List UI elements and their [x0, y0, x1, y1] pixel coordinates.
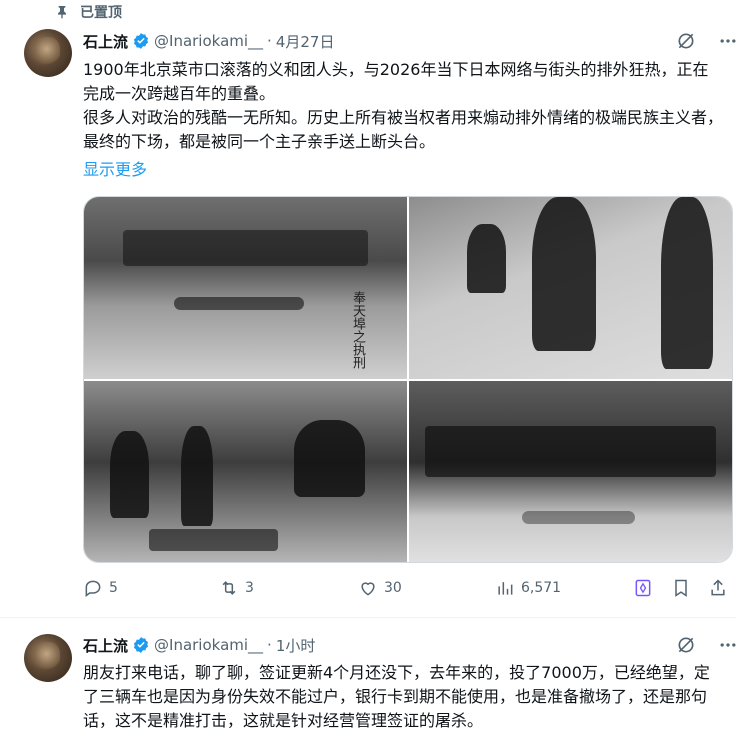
author-handle[interactable]: @Inariokami__: [154, 32, 263, 50]
tweet-text: 朋友打来电话，聊了聊，签证更新4个月还没下，去年来的，投了7000万，已经绝望，…: [83, 663, 710, 730]
grok-icon[interactable]: [676, 635, 696, 655]
show-more-link[interactable]: 显示更多: [83, 156, 147, 180]
heart-icon: [361, 582, 375, 596]
repost-button[interactable]: 3: [219, 578, 254, 598]
repost-icon: [222, 581, 236, 595]
tweet-timestamp[interactable]: 1小时: [276, 635, 316, 656]
tweet-top-actions: [676, 31, 736, 51]
grok-icon[interactable]: [676, 31, 696, 51]
more-options-icon[interactable]: [718, 635, 736, 655]
tweet-action-bar: 5 3 30 6,571: [83, 578, 731, 600]
tweet-photo-2[interactable]: [409, 197, 732, 379]
views-count: 6,571: [521, 580, 562, 596]
separator-dot: ·: [267, 32, 272, 50]
verified-badge-icon[interactable]: [132, 32, 150, 50]
tweet-top-actions: [676, 635, 736, 655]
tweet-photo-1[interactable]: 奉天埠之执刑: [84, 197, 407, 379]
avatar[interactable]: [24, 634, 72, 682]
avatar[interactable]: [24, 29, 72, 77]
pinned-label: 已置顶: [80, 5, 122, 21]
author-name[interactable]: 石上流: [83, 31, 128, 52]
reply-icon: [85, 580, 101, 597]
pin-icon: [58, 6, 66, 19]
like-button[interactable]: 30: [358, 578, 402, 598]
repost-count: 3: [245, 580, 254, 596]
more-options-icon[interactable]: [718, 31, 736, 51]
tweet-media-grid: 奉天埠之执刑: [83, 196, 733, 563]
reply-count: 5: [109, 580, 118, 596]
tweet-photo-3[interactable]: [84, 380, 407, 562]
like-count: 30: [384, 580, 402, 596]
author-name[interactable]: 石上流: [83, 635, 128, 656]
separator-dot: ·: [267, 636, 272, 654]
tweet-header: 石上流 @Inariokami__ · 4月27日: [83, 30, 334, 52]
tweet-photo-4[interactable]: [409, 380, 732, 562]
grok-explain-icon[interactable]: [633, 578, 653, 598]
pinned-indicator: 已置顶: [54, 2, 122, 22]
share-icon[interactable]: [708, 578, 728, 598]
tweet-header: 石上流 @Inariokami__ · 1小时: [83, 634, 315, 656]
tweet-divider: [0, 617, 736, 618]
bookmark-icon[interactable]: [671, 578, 691, 598]
photo-caption: 奉天埠之执刑: [350, 290, 365, 369]
reply-button[interactable]: 5: [83, 578, 118, 598]
views-button[interactable]: 6,571: [495, 578, 561, 598]
tweet-text: 1900年北京菜市口滚落的义和团人头，与2026年当下日本网络与街头的排外狂热，…: [83, 60, 724, 151]
author-handle[interactable]: @Inariokami__: [154, 636, 263, 654]
views-icon: [498, 582, 513, 595]
tweet-timestamp[interactable]: 4月27日: [276, 31, 335, 52]
verified-badge-icon[interactable]: [132, 636, 150, 654]
